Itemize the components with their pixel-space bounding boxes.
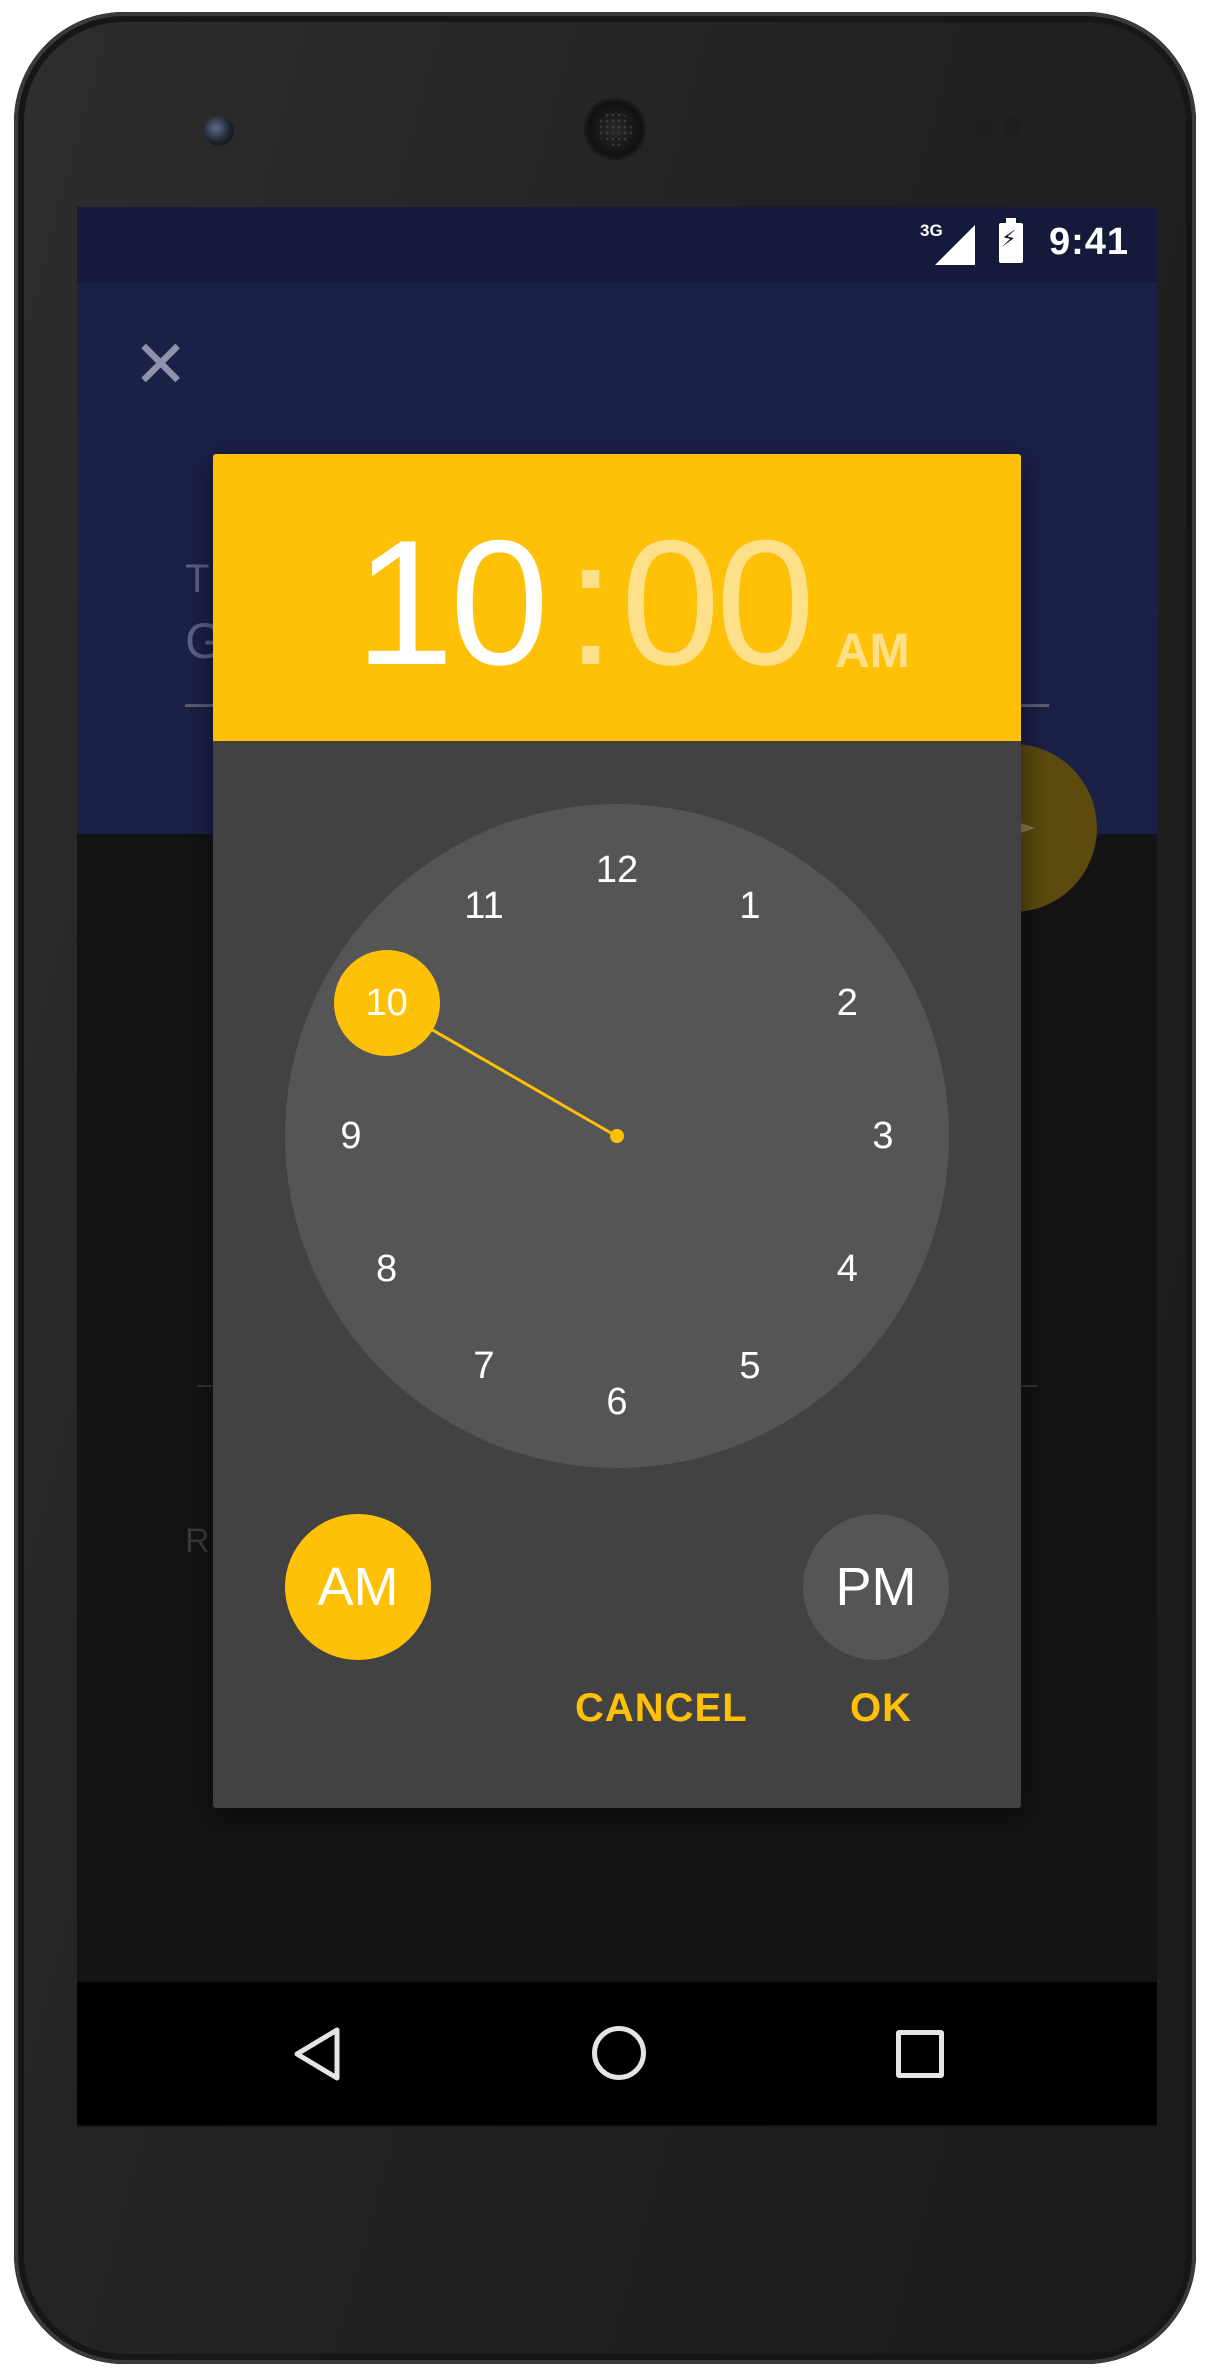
am-button[interactable]: AM [285, 1514, 431, 1660]
clock-number-4[interactable]: 4 [817, 1239, 877, 1299]
clock-number-3[interactable]: 3 [853, 1106, 913, 1166]
navigation-bar [77, 1982, 1157, 2125]
back-icon[interactable] [291, 2026, 343, 2082]
front-camera [204, 116, 234, 146]
status-time: 9:41 [1048, 221, 1129, 263]
clock-number-6[interactable]: 6 [587, 1372, 647, 1432]
clock-number-1[interactable]: 1 [720, 876, 780, 936]
clock-face[interactable]: 12 1 2 3 4 5 6 7 8 9 10 11 [285, 804, 949, 1468]
clock-number-5[interactable]: 5 [720, 1336, 780, 1396]
recent-apps-icon[interactable] [896, 2030, 944, 2078]
phone-frame: 3G 9:41 ✕ T G R 10 : 00 AM 1212345678910… [14, 12, 1196, 2364]
minute-display[interactable]: 00 [621, 514, 815, 692]
hour-display[interactable]: 10 [355, 514, 549, 692]
time-picker-dialog: 10 : 00 AM 12 1 2 3 4 5 6 7 8 9 10 11 AM PM CANCEL … [213, 454, 1021, 1808]
clock-number-9[interactable]: 9 [321, 1106, 381, 1166]
proximity-sensor [974, 118, 992, 136]
pm-button[interactable]: PM [803, 1514, 949, 1660]
clock-center-dot [610, 1129, 624, 1143]
background-row-label: R [185, 1522, 210, 1560]
ok-button[interactable]: OK [850, 1686, 912, 1731]
clock-number-12[interactable]: 12 [587, 840, 647, 900]
time-display-header: 10 : 00 AM [213, 454, 1021, 741]
time-separator: : [566, 503, 616, 702]
signal-icon [935, 225, 975, 265]
light-sensor [1004, 118, 1022, 136]
cancel-button[interactable]: CANCEL [575, 1686, 748, 1731]
clock-number-11[interactable]: 11 [454, 876, 514, 936]
clock-number-10[interactable]: 10 [357, 973, 417, 1033]
clock-number-2[interactable]: 2 [817, 973, 877, 1033]
home-icon[interactable] [592, 2026, 646, 2080]
screen: 3G 9:41 ✕ T G R 10 : 00 AM 1212345678910… [77, 207, 1157, 2127]
clock-number-8[interactable]: 8 [357, 1239, 417, 1299]
period-display: AM [835, 625, 910, 678]
background-field-label: T [185, 557, 210, 601]
close-icon[interactable]: ✕ [133, 332, 188, 398]
battery-charging-icon [999, 218, 1023, 263]
clock-number-7[interactable]: 7 [454, 1336, 514, 1396]
status-bar: 3G 9:41 [77, 207, 1157, 282]
earpiece-speaker [584, 98, 646, 160]
